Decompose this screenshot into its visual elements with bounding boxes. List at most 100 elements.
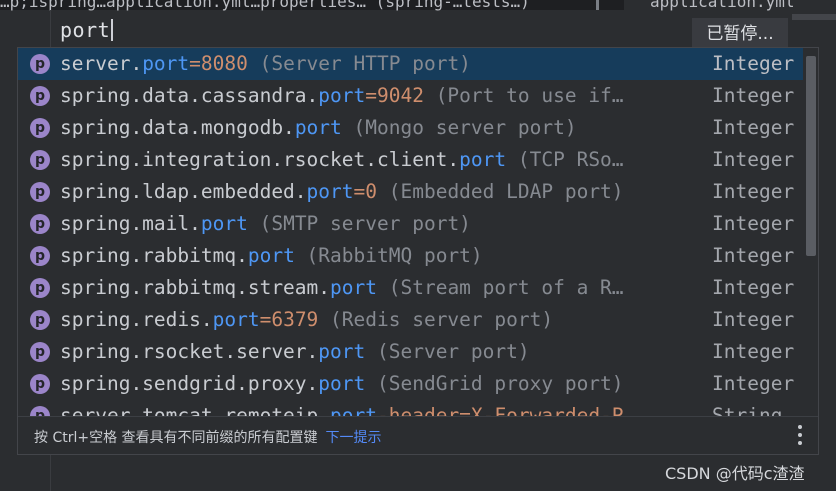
completion-item[interactable]: p server.tomcat.remoteip.port-header=X-Fo… xyxy=(18,400,803,416)
completion-item-value: =6379 xyxy=(259,308,319,331)
completion-item[interactable]: p spring.integration.rsocket.client.port … xyxy=(18,144,803,176)
property-icon: p xyxy=(30,150,50,170)
property-icon: p xyxy=(30,406,50,416)
editor-tab-bar: …p;ispring…application.yml…properties… (… xyxy=(0,0,836,11)
completion-item-desc: (TCP RSo… xyxy=(506,148,624,171)
tab-separator xyxy=(596,0,599,10)
completion-item-type: Integer xyxy=(712,244,795,267)
completion-item[interactable]: p server.port=8080 (Server HTTP port) Inte… xyxy=(18,48,803,80)
completion-item[interactable]: p spring.redis.port=6379 (Redis server po… xyxy=(18,304,803,336)
property-icon: p xyxy=(30,342,50,362)
property-icon: p xyxy=(30,86,50,106)
more-options-dot xyxy=(798,441,802,445)
scrollbar-thumb[interactable] xyxy=(806,56,816,256)
completion-item-text: spring.data.mongodb.port (Mongo server p… xyxy=(60,116,577,139)
completion-item-key: port xyxy=(318,340,366,363)
completion-item-desc: (Redis server port) xyxy=(318,308,554,331)
completion-item[interactable]: p spring.data.cassandra.port=9042 (Port t… xyxy=(18,80,803,112)
completion-item-prefix: spring.ldap.embedded. xyxy=(60,180,307,203)
completion-item-desc: (Port to use if… xyxy=(423,84,624,107)
completion-item-value: -header=X-Forwarded-P… xyxy=(377,404,636,416)
query-text: port xyxy=(60,18,111,42)
completion-item-key: port xyxy=(306,180,354,203)
completion-item-type: Integer xyxy=(712,52,795,75)
completion-item-prefix: spring.rabbitmq.stream. xyxy=(60,276,331,299)
completion-item-key: port xyxy=(330,404,377,416)
completion-item-text: spring.ldap.embedded.port=0 (Embedded LD… xyxy=(60,180,624,203)
completion-item-type: Integer xyxy=(712,340,795,363)
editor-typed-text[interactable]: port xyxy=(60,18,114,42)
completion-item-prefix: server. xyxy=(60,52,143,75)
completion-item-text: spring.rabbitmq.port (RabbitMQ port) xyxy=(60,244,483,267)
property-icon: p xyxy=(30,374,50,394)
completion-item-text: server.tomcat.remoteip.port-header=X-For… xyxy=(60,404,635,416)
property-icon: p xyxy=(30,310,50,330)
watermark: CSDN @代码c渣渣 xyxy=(665,464,805,483)
completion-item-key: port xyxy=(330,276,377,299)
completion-item-text: spring.mail.port (SMTP server port) xyxy=(60,212,471,235)
completion-item-value: =0 xyxy=(353,180,377,203)
completion-item[interactable]: p spring.rsocket.server.port (Server port… xyxy=(18,336,803,368)
more-options-dot xyxy=(798,433,802,437)
property-icon: p xyxy=(30,278,50,298)
completion-item-type: Integer xyxy=(712,212,795,235)
property-icon: p xyxy=(30,54,50,74)
completion-item-prefix: spring.data.cassandra. xyxy=(60,84,319,107)
next-tip-link[interactable]: 下一提示 xyxy=(326,430,382,446)
completion-item-value: =9042 xyxy=(365,84,424,107)
completion-item-prefix: spring.integration.rsocket.client. xyxy=(60,148,460,171)
completion-item-key: port xyxy=(142,52,190,75)
completion-item-type: Integer xyxy=(712,180,795,203)
more-options-icon[interactable] xyxy=(797,425,803,447)
completion-item[interactable]: p spring.ldap.embedded.port=0 (Embedded L… xyxy=(18,176,803,208)
completion-item-desc: (Mongo server port) xyxy=(341,116,577,139)
editor-tab-left[interactable]: …p;ispring…application.yml…properties… (… xyxy=(0,0,530,11)
completion-item-desc: (Server port) xyxy=(365,340,530,363)
completion-item-type: Integer xyxy=(712,84,795,107)
completion-item-desc: (SendGrid proxy port) xyxy=(365,372,624,395)
completion-item-key: port xyxy=(459,148,507,171)
completion-item-type: Integer xyxy=(712,276,795,299)
property-icon: p xyxy=(30,118,50,138)
property-icon: p xyxy=(30,246,50,266)
completion-item-key: port xyxy=(318,372,366,395)
completion-item-text: spring.sendgrid.proxy.port (SendGrid pro… xyxy=(60,372,624,395)
property-icon: p xyxy=(30,214,50,234)
completion-item-key: port xyxy=(318,84,366,107)
completion-item-prefix: spring.redis. xyxy=(60,308,213,331)
completion-item-text: spring.rsocket.server.port (Server port) xyxy=(60,340,530,363)
text-caret xyxy=(111,19,114,41)
completion-item[interactable]: p spring.data.mongodb.port (Mongo server … xyxy=(18,112,803,144)
completion-item-key: port xyxy=(200,212,248,235)
completion-popup: p server.port=8080 (Server HTTP port) Inte… xyxy=(17,47,819,455)
completion-item-prefix: spring.data.mongodb. xyxy=(60,116,295,139)
completion-footer: 按 Ctrl+空格 查看具有不同前缀的所有配置键 下一提示 xyxy=(18,416,818,454)
completion-item-prefix: spring.mail. xyxy=(60,212,201,235)
completion-item-text: server.port=8080 (Server HTTP port) xyxy=(60,52,471,75)
completion-item-desc: (SMTP server port) xyxy=(247,212,471,235)
completion-item-type: Integer xyxy=(712,116,795,139)
completion-item-prefix: server.tomcat.remoteip. xyxy=(60,404,331,416)
footer-hint-text: 按 Ctrl+空格 查看具有不同前缀的所有配置键 xyxy=(34,430,318,446)
property-icon: p xyxy=(30,182,50,202)
completion-item-prefix: spring.sendgrid.proxy. xyxy=(60,372,319,395)
completion-item-type: String xyxy=(712,404,783,416)
completion-item[interactable]: p spring.rabbitmq.port (RabbitMQ port) Int… xyxy=(18,240,803,272)
completion-item-text: spring.redis.port=6379 (Redis server por… xyxy=(60,308,553,331)
completion-item-desc: (Stream port of a R… xyxy=(377,276,624,299)
completion-item-key: port xyxy=(212,308,260,331)
toolbar-strip xyxy=(792,14,836,20)
completion-item-text: spring.data.cassandra.port=9042 (Port to… xyxy=(60,84,624,107)
completion-item[interactable]: p spring.sendgrid.proxy.port (SendGrid pr… xyxy=(18,368,803,400)
editor-tab-active-label[interactable]: application.yml xyxy=(650,0,795,11)
completion-item-text: spring.integration.rsocket.client.port (… xyxy=(60,148,624,171)
completion-item-type: Integer xyxy=(712,372,795,395)
completion-item-desc: (Server HTTP port) xyxy=(247,52,471,75)
completion-item-key: port xyxy=(247,244,295,267)
completion-item[interactable]: p spring.rabbitmq.stream.port (Stream por… xyxy=(18,272,803,304)
completion-item-prefix: spring.rabbitmq. xyxy=(60,244,248,267)
completion-item-type: Integer xyxy=(712,148,795,171)
completion-item-type: Integer xyxy=(712,308,795,331)
completion-item[interactable]: p spring.mail.port (SMTP server port) Inte… xyxy=(18,208,803,240)
completion-item-prefix: spring.rsocket.server. xyxy=(60,340,319,363)
